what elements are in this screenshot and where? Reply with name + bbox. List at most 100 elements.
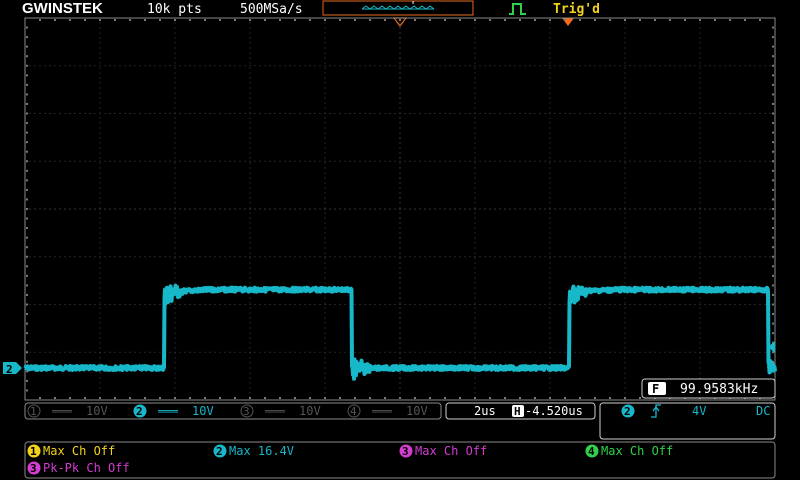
graticule-dot — [26, 36, 28, 39]
graticule-dot — [244, 256, 246, 258]
graticule-dot — [109, 256, 111, 258]
graticule-dot — [29, 256, 31, 258]
graticule-dot — [354, 208, 356, 210]
graticule-dot — [174, 19, 176, 21]
graticule-dot — [379, 208, 381, 210]
graticule-dot — [399, 77, 401, 79]
graticule-dot — [249, 332, 251, 334]
graticule-dot — [439, 256, 441, 258]
graticule-dot — [399, 57, 401, 59]
graticule-dot — [399, 262, 401, 264]
graticule-dot — [174, 122, 176, 124]
graticule-dot — [239, 256, 241, 258]
graticule-dot — [384, 19, 386, 21]
graticule-dot — [99, 137, 101, 139]
graticule-dot — [399, 42, 401, 44]
graticule-dot — [772, 74, 774, 77]
graticule-dot — [619, 113, 621, 114]
measurement-ch3-pkpk[interactable]: 3 Pk-Pk Ch Off — [27, 461, 130, 475]
graticule-dot — [624, 327, 626, 329]
graticule-dot — [174, 277, 176, 279]
graticule-dot — [224, 65, 226, 67]
graticule-dot — [399, 292, 401, 294]
graticule-dot — [679, 208, 681, 210]
graticule-dot — [639, 256, 641, 258]
graticule-dot — [689, 65, 691, 67]
graticule-dot — [699, 327, 701, 329]
graticule-dot — [389, 65, 391, 67]
trigger-status-box[interactable]: 2 4V DC — [599, 402, 776, 440]
graticule-dot — [324, 277, 326, 279]
graticule-dot — [624, 67, 626, 69]
graticule-dot — [569, 113, 571, 114]
graticule-dot — [324, 147, 326, 149]
ch2-ground-marker[interactable]: 2 — [3, 362, 22, 376]
graticule-dot — [174, 357, 176, 359]
graticule-dot — [519, 19, 521, 21]
memory-position-bar[interactable] — [322, 0, 474, 16]
graticule-dot — [772, 332, 774, 335]
graticule-dot — [324, 357, 326, 359]
graticule-dot — [79, 351, 81, 353]
graticule-dot — [354, 19, 356, 21]
graticule-dot — [684, 113, 686, 114]
graticule-dot — [504, 208, 506, 210]
graticule-dot — [469, 304, 471, 305]
graticule-dot — [624, 37, 626, 39]
graticule-dot — [739, 208, 741, 210]
graticule-dot — [219, 397, 221, 399]
graticule-dot — [772, 236, 774, 239]
graticule-dot — [194, 351, 196, 353]
graticule-dot — [124, 304, 126, 305]
graticule-dot — [39, 304, 41, 305]
graticule-dot — [699, 172, 701, 174]
graticule-dot — [99, 277, 101, 279]
graticule-dot — [709, 351, 711, 353]
graticule-dot — [569, 65, 571, 67]
graticule-dot — [174, 304, 176, 305]
graticule-dot — [59, 304, 61, 305]
timebase-status[interactable]: 2us H -4.520us — [445, 402, 596, 420]
graticule-dot — [699, 162, 701, 164]
graticule-dot — [399, 232, 401, 234]
graticule-dot — [304, 256, 306, 258]
graticule-dot — [329, 113, 331, 114]
graticule-dot — [104, 208, 106, 210]
graticule-dot — [559, 65, 561, 67]
graticule-dot — [614, 304, 616, 305]
graticule-dot — [519, 65, 521, 67]
graticule-dot — [654, 208, 656, 210]
graticule-dot — [129, 397, 131, 399]
graticule-dot — [772, 169, 774, 172]
graticule-dot — [99, 82, 101, 84]
graticule-dot — [299, 65, 301, 67]
graticule-dot — [174, 382, 176, 384]
graticule-dot — [99, 117, 101, 119]
trigger-position-marker[interactable] — [562, 18, 574, 26]
graticule-dot — [679, 256, 681, 258]
graticule-dot — [249, 62, 251, 64]
graticule-dot — [174, 192, 176, 194]
graticule-dot — [249, 297, 251, 299]
graticule-dot — [709, 304, 711, 305]
graticule-dot — [474, 392, 476, 394]
graticule-dot — [304, 65, 306, 67]
graticule-dot — [699, 92, 701, 94]
graticule-dot — [659, 256, 661, 258]
graticule-dot — [174, 132, 176, 134]
trigger-edge-icon[interactable] — [509, 3, 526, 15]
graticule-dot — [699, 242, 701, 244]
graticule-dot — [764, 304, 766, 305]
graticule-dot — [249, 217, 251, 219]
graticule-dot — [324, 302, 326, 304]
graticule-dot — [274, 304, 276, 305]
graticule-dot — [384, 208, 386, 210]
graticule-dot — [444, 397, 446, 399]
graticule-dot — [514, 160, 516, 162]
graticule-dot — [459, 256, 461, 258]
graticule-dot — [294, 19, 296, 21]
graticule-dot — [399, 202, 401, 204]
graticule-dot — [249, 392, 251, 394]
graticule — [26, 19, 774, 399]
graticule-dot — [354, 304, 356, 305]
